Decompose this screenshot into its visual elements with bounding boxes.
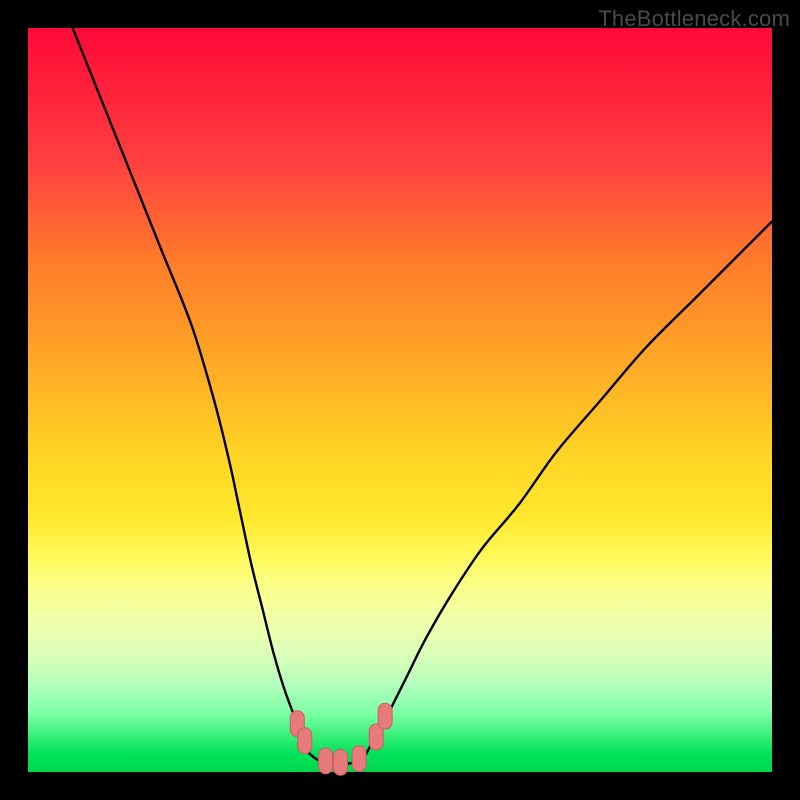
outer-frame: TheBottleneck.com — [0, 0, 800, 800]
marker-group — [290, 703, 392, 775]
left-curve-path — [73, 28, 310, 753]
plot-area — [28, 28, 772, 772]
marker-point — [298, 728, 312, 754]
marker-point — [352, 746, 366, 772]
marker-point — [378, 703, 392, 729]
right-curve-path — [370, 221, 772, 746]
marker-point — [333, 749, 347, 775]
marker-point — [319, 748, 333, 774]
curve-layer — [28, 28, 772, 772]
